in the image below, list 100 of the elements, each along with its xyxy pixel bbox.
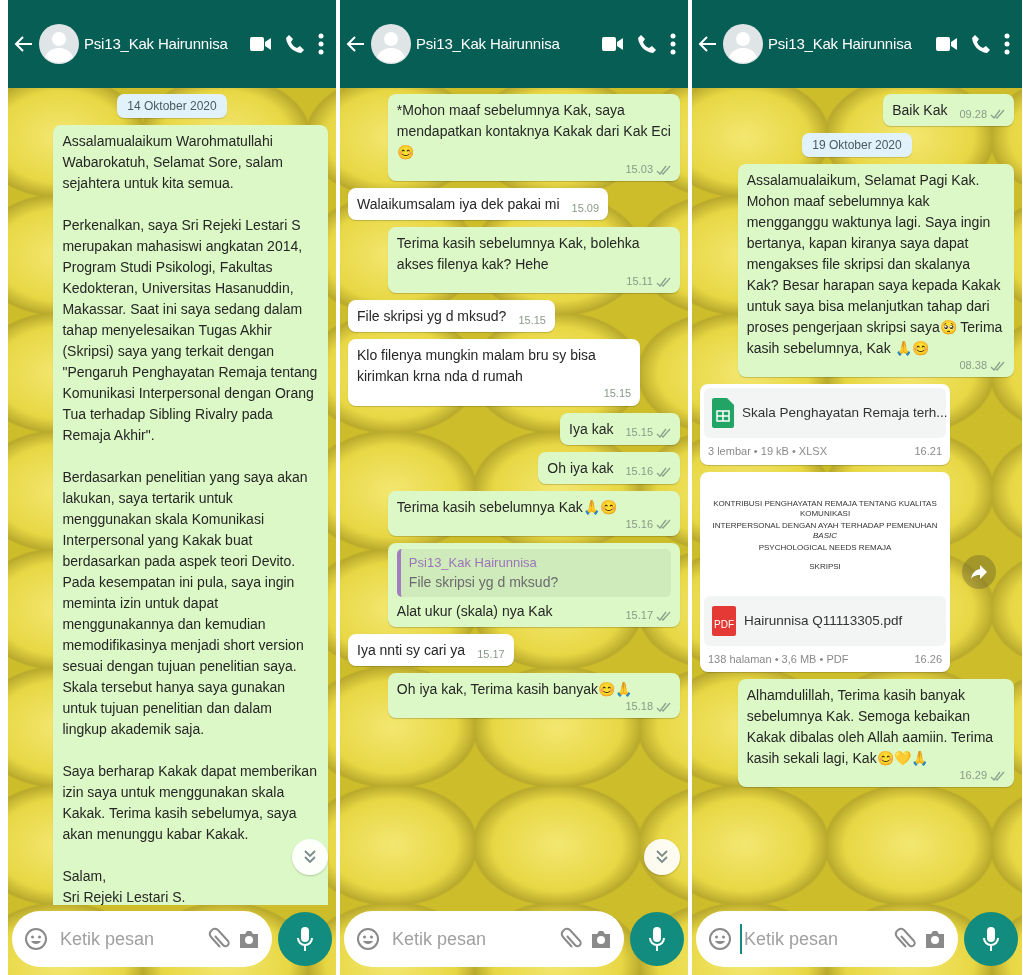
video-camera-icon[interactable]	[250, 36, 272, 52]
message-time: 15.16	[625, 465, 653, 479]
message-text: Alhamdulillah, Terima kasih banyak sebelumnya Kak. Semoga kebaikan Kakak dibalas oleh Allah aamiin. Terima kasih sekali lagi, Kak😊💛🙏	[746, 686, 995, 769]
message-time: 15.15	[518, 314, 546, 328]
back-arrow-icon[interactable]	[14, 34, 34, 54]
double-check-icon	[990, 360, 1005, 371]
message-time: 15.17	[625, 609, 653, 623]
emoji-icon[interactable]	[708, 927, 732, 951]
message-text: *Mohon maaf sebelumnya Kak, saya mendapatkan kontaknya Kakak dari Kak Eci😊	[396, 101, 671, 162]
double-check-icon	[656, 466, 671, 477]
date-chip: 19 Oktober 2020	[802, 133, 912, 157]
preview-text: KONTRIBUSI PENGHAYATAN REMAJA TENTANG KUALITAS KOMUNIKASI	[712, 499, 938, 520]
message-text: Salam, Sri Rejeki Lestari S.	[62, 867, 187, 905]
avatar-icon[interactable]	[39, 24, 79, 64]
date-chip: 14 Oktober 2020	[117, 94, 227, 118]
message-time: 15.11	[626, 275, 653, 289]
message-text: Baik Kak	[892, 101, 948, 120]
message-time: 09.28	[959, 107, 987, 121]
message-input[interactable]: Ketik pesan	[56, 924, 200, 954]
double-check-icon	[990, 109, 1005, 120]
message-input[interactable]: Ketik pesan	[388, 924, 552, 954]
avatar-icon[interactable]	[371, 24, 411, 64]
message-text: Berdasarkan penelitian yang saya akan lakukan, saya tertarik untuk menggunakan skala Komunikasi Interpersonal yang Kakak buat berdasarkan pada aspek teori Devito. Pada kesempatan ini pula, saya ingin meminta izin untuk dapat menggunakannya dan kemudian memodifikasinya menjadi short version sesuai dengan tujuan penelitian saya. Skala tersebut hanya saya gunakan untuk tujuan penelitian dan dalam lingkup akademik saja.	[62, 468, 309, 739]
quoted-message[interactable]: Psi13_Kak Hairunnisa File skripsi yg d mksud?	[396, 548, 671, 598]
camera-icon[interactable]	[590, 929, 612, 949]
preview-text: PSYCHOLOGICAL NEEDS REMAJA	[757, 542, 893, 553]
message-text: Oh iya kak	[547, 458, 614, 478]
camera-icon[interactable]	[238, 929, 260, 949]
message-text: Iya nnti sy cari ya	[357, 641, 466, 661]
back-arrow-icon[interactable]	[698, 34, 718, 54]
menu-icon[interactable]	[670, 33, 676, 55]
message-text: Assalamualaikum, Selamat Pagi Kak. Mohon maaf sebelumnya kak mengganggu waktunya lagi. Saya ingin bertanya, kapan kiranya saya dapat mengakses file skripsi dan skalanya Kak? Besar harapan saya kepada Kakak untuk saya bisa melanjutkan tahap dari proses pengerjaan skripsi saya🥺 Terima kasih sebelumnya, Kak 🙏😊	[746, 171, 1004, 358]
message-text: File skripsi yg d mksud?	[357, 307, 507, 327]
share-arrow-icon	[970, 563, 988, 580]
message-text: Terima kasih sebelumnya Kak🙏😊	[396, 497, 617, 517]
microphone-button[interactable]	[964, 912, 1018, 966]
message-text: Oh iya kak, Terima kasih banyak😊🙏	[396, 680, 633, 700]
video-camera-icon[interactable]	[602, 36, 624, 52]
message-text: Perkenalkan, saya Sri Rejeki Lestari S merupakan mahasiswi angkatan 2014, Program Studi Psikologi, Fakultas Kedokteran, Universitas Hasanuddin, Makassar. Saat ini saya sedang dalam tahap menyelesaikan Tugas Akhir (Skripsi) saya yang terkait dengan "Pengaruh Penghayatan Remaja tentang Komunikasi Interpersonal dengan Orang Tua terhadap Sibling Rivalry pada Remaja Akhir".	[62, 216, 319, 445]
microphone-icon	[648, 926, 666, 952]
forward-button[interactable]	[962, 554, 996, 589]
double-check-icon	[656, 701, 671, 712]
quote-author: Psi13_Kak Hairunnisa	[408, 553, 538, 572]
emoji-icon[interactable]	[24, 927, 48, 951]
menu-icon[interactable]	[318, 33, 324, 55]
message-text: Saya berharap Kakak dapat memberikan izin saya untuk menggunakan skala Kakak. Terima kasih sebelumya, saya akan menunggu kabar Kakak.	[62, 762, 318, 844]
double-chevron-down-icon	[303, 849, 317, 865]
double-check-icon	[656, 519, 671, 530]
contact-name[interactable]: Psi13_Kak Hairunnisa	[768, 32, 912, 56]
message-text: Iya kak	[569, 419, 614, 439]
file-details: 3 lembar • 19 kB • XLSX	[708, 444, 827, 460]
message-text: Alat ukur (skala) nya Kak	[396, 602, 553, 622]
message-time: 15.09	[571, 202, 600, 216]
message-time: 15.03	[625, 163, 653, 177]
message-time: 15.16	[625, 517, 653, 531]
message-field[interactable]: Ketik pesan	[696, 911, 958, 967]
message-time: 15.18	[625, 700, 653, 714]
microphone-button[interactable]	[278, 912, 332, 966]
message-time: 15.15	[603, 387, 632, 401]
message-text: Assalamualaikum Warohmatullahi Wabarokatuh, Selamat Sore, salam sejahtera untuk kita semua.	[62, 132, 284, 193]
emoji-icon[interactable]	[356, 927, 380, 951]
double-check-icon	[656, 164, 671, 175]
message-time: 15.15	[625, 426, 653, 440]
microphone-icon	[982, 926, 1000, 952]
file-attachment[interactable]	[700, 471, 950, 673]
avatar-icon[interactable]	[723, 24, 763, 64]
message-time: 16.21	[914, 444, 942, 460]
menu-icon[interactable]	[1004, 33, 1010, 55]
double-check-icon	[656, 427, 671, 438]
message-text: Terima kasih sebelumnya Kak, bolehka akses filenya kak? Hehe	[396, 234, 641, 275]
message-text: Walaikumsalam iya dek pakai mi	[357, 195, 560, 215]
quote-text: File skripsi yg d mksud?	[408, 573, 560, 593]
message-time: 08.38	[959, 359, 987, 373]
file-name: Skala Penghayatan Remaja terh...	[742, 404, 948, 423]
message-field[interactable]: Ketik pesan	[12, 911, 272, 967]
preview-text: SKRIPSI	[808, 561, 842, 573]
camera-icon[interactable]	[924, 929, 946, 949]
microphone-button[interactable]	[630, 912, 684, 966]
microphone-icon	[296, 926, 314, 952]
double-check-icon	[656, 610, 671, 621]
phone-icon[interactable]	[285, 34, 305, 54]
preview-text: INTERPERSONAL DENGAN AYAH TERHADAP PEMENUHAN BASIC	[711, 520, 939, 542]
contact-name[interactable]: Psi13_Kak Hairunnisa	[84, 32, 228, 56]
message-text: Klo filenya mungkin malam bru sy bisa kirimkan krna nda d rumah	[357, 346, 597, 387]
message-time: 16.26	[914, 651, 942, 667]
back-arrow-icon[interactable]	[346, 34, 366, 54]
spreadsheet-file-icon	[712, 398, 734, 429]
message-input[interactable]: Ketik pesan	[740, 924, 886, 954]
message-time: 15.17	[477, 648, 505, 662]
phone-icon[interactable]	[637, 34, 657, 54]
video-camera-icon[interactable]	[936, 36, 958, 52]
file-name: Hairunnisa Q11113305.pdf	[744, 611, 903, 630]
phone-icon[interactable]	[971, 34, 991, 54]
message-field[interactable]: Ketik pesan	[344, 911, 624, 967]
file-details: 138 halaman • 3,6 MB • PDF	[708, 651, 849, 667]
file-attachment[interactable]: Skala Penghayatan Remaja terh... 3 lembar • 19 kB • XLSX 16.21	[700, 384, 950, 465]
contact-name[interactable]: Psi13_Kak Hairunnisa	[416, 32, 560, 56]
double-chevron-down-icon	[655, 849, 669, 865]
double-check-icon	[990, 770, 1005, 781]
pdf-file-icon: PDF	[712, 605, 736, 636]
